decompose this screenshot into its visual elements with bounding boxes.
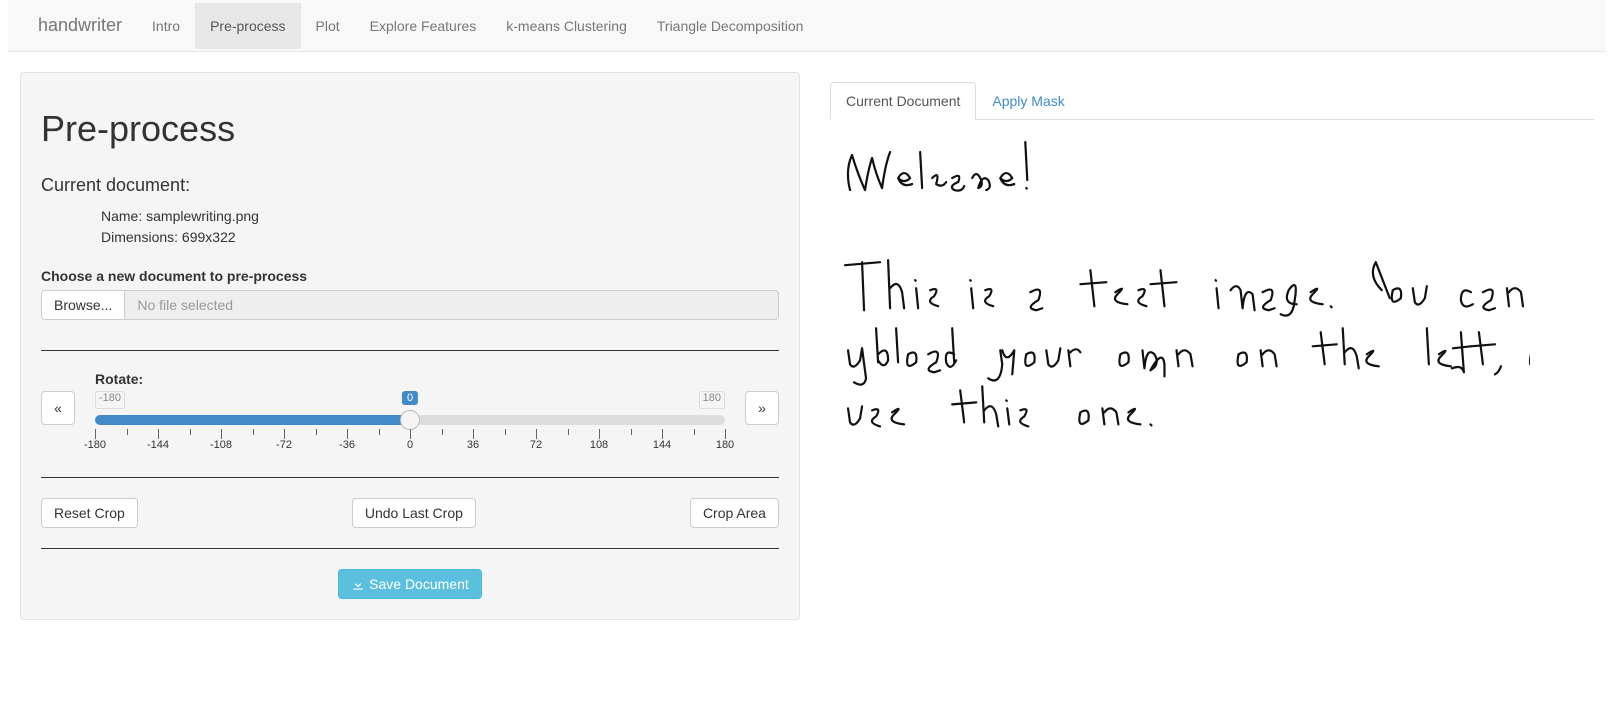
divider-1: [41, 350, 779, 351]
preprocess-panel: Pre-process Current document: Name: samp…: [20, 72, 800, 620]
handwriting-image: [830, 140, 1530, 462]
slider-tick-minor: [694, 429, 695, 435]
slider-fill: [95, 415, 410, 425]
nav-list: Intro Pre-process Plot Explore Features …: [137, 3, 818, 49]
slider-tick-label: -36: [339, 439, 355, 451]
rotate-prev-button[interactable]: «: [41, 391, 75, 425]
doc-info: Name: samplewriting.png Dimensions: 699x…: [41, 206, 779, 248]
slider-tick: [284, 429, 285, 439]
brand-link[interactable]: handwriter: [23, 0, 137, 51]
slider-tick: [410, 429, 411, 439]
nav-preprocess[interactable]: Pre-process: [195, 3, 300, 49]
doc-tabs: Current Document Apply Mask: [830, 82, 1594, 120]
tab-current-document[interactable]: Current Document: [830, 82, 976, 120]
save-label: Save Document: [369, 576, 469, 592]
doc-dims-label: Dimensions:: [101, 229, 182, 245]
doc-dims-value: 699x322: [182, 229, 236, 245]
slider-tick-minor: [316, 429, 317, 435]
slider-track[interactable]: [95, 415, 725, 425]
slider-tick-minor: [568, 429, 569, 435]
slider-value: 0: [402, 391, 418, 405]
slider-tick-minor: [505, 429, 506, 435]
slider-min: -180: [95, 391, 125, 409]
slider-tick-label: 36: [467, 439, 479, 451]
slider-thumb[interactable]: [400, 410, 420, 430]
current-doc-heading: Current document:: [41, 175, 779, 196]
slider-tick-label: 108: [590, 439, 608, 451]
slider-tick-minor: [631, 429, 632, 435]
slider-tick-minor: [127, 429, 128, 435]
save-document-button[interactable]: Save Document: [338, 569, 482, 599]
slider-tick: [599, 429, 600, 439]
rotate-label: Rotate:: [95, 371, 725, 387]
divider-2: [41, 477, 779, 478]
doc-name-value: samplewriting.png: [146, 208, 259, 224]
navbar: handwriter Intro Pre-process Plot Explor…: [8, 0, 1606, 52]
slider-tick: [158, 429, 159, 439]
slider-tick-label: -108: [210, 439, 232, 451]
slider-tick: [662, 429, 663, 439]
undo-crop-button[interactable]: Undo Last Crop: [352, 498, 476, 528]
slider-tick-label: 72: [530, 439, 542, 451]
slider-tick-label: 0: [407, 439, 413, 451]
slider-tick: [221, 429, 222, 439]
crop-area-button[interactable]: Crop Area: [690, 498, 779, 528]
slider-tick-minor: [253, 429, 254, 435]
slider-tick-minor: [442, 429, 443, 435]
file-input: Browse... No file selected: [41, 290, 779, 320]
rotate-next-button[interactable]: »: [745, 391, 779, 425]
tab-apply-mask[interactable]: Apply Mask: [976, 82, 1080, 120]
slider-tick-minor: [379, 429, 380, 435]
nav-triangle[interactable]: Triangle Decomposition: [642, 3, 819, 49]
right-panel: Current Document Apply Mask: [830, 72, 1594, 620]
slider-tick: [95, 429, 96, 439]
slider-tick-minor: [190, 429, 191, 435]
slider-tick: [347, 429, 348, 439]
slider-tick-label: -180: [84, 439, 106, 451]
nav-intro[interactable]: Intro: [137, 3, 195, 49]
slider-tick-label: -144: [147, 439, 169, 451]
slider-max: 180: [699, 391, 725, 409]
rotate-slider[interactable]: Rotate: -180 0 180 -180-144-108-72-36036…: [95, 371, 725, 457]
reset-crop-button[interactable]: Reset Crop: [41, 498, 138, 528]
nav-kmeans[interactable]: k-means Clustering: [491, 3, 642, 49]
slider-tick: [725, 429, 726, 439]
divider-3: [41, 548, 779, 549]
slider-tick-label: 144: [653, 439, 671, 451]
nav-explore[interactable]: Explore Features: [355, 3, 492, 49]
page-title: Pre-process: [41, 108, 779, 150]
slider-tick-label: -72: [276, 439, 292, 451]
doc-name-label: Name:: [101, 208, 146, 224]
slider-tick: [473, 429, 474, 439]
nav-plot[interactable]: Plot: [301, 3, 355, 49]
browse-button[interactable]: Browse...: [41, 290, 125, 320]
download-icon: [351, 578, 365, 592]
file-name-display: No file selected: [125, 290, 779, 320]
choose-doc-label: Choose a new document to pre-process: [41, 268, 779, 284]
slider-tick: [536, 429, 537, 439]
slider-tick-label: 180: [716, 439, 734, 451]
